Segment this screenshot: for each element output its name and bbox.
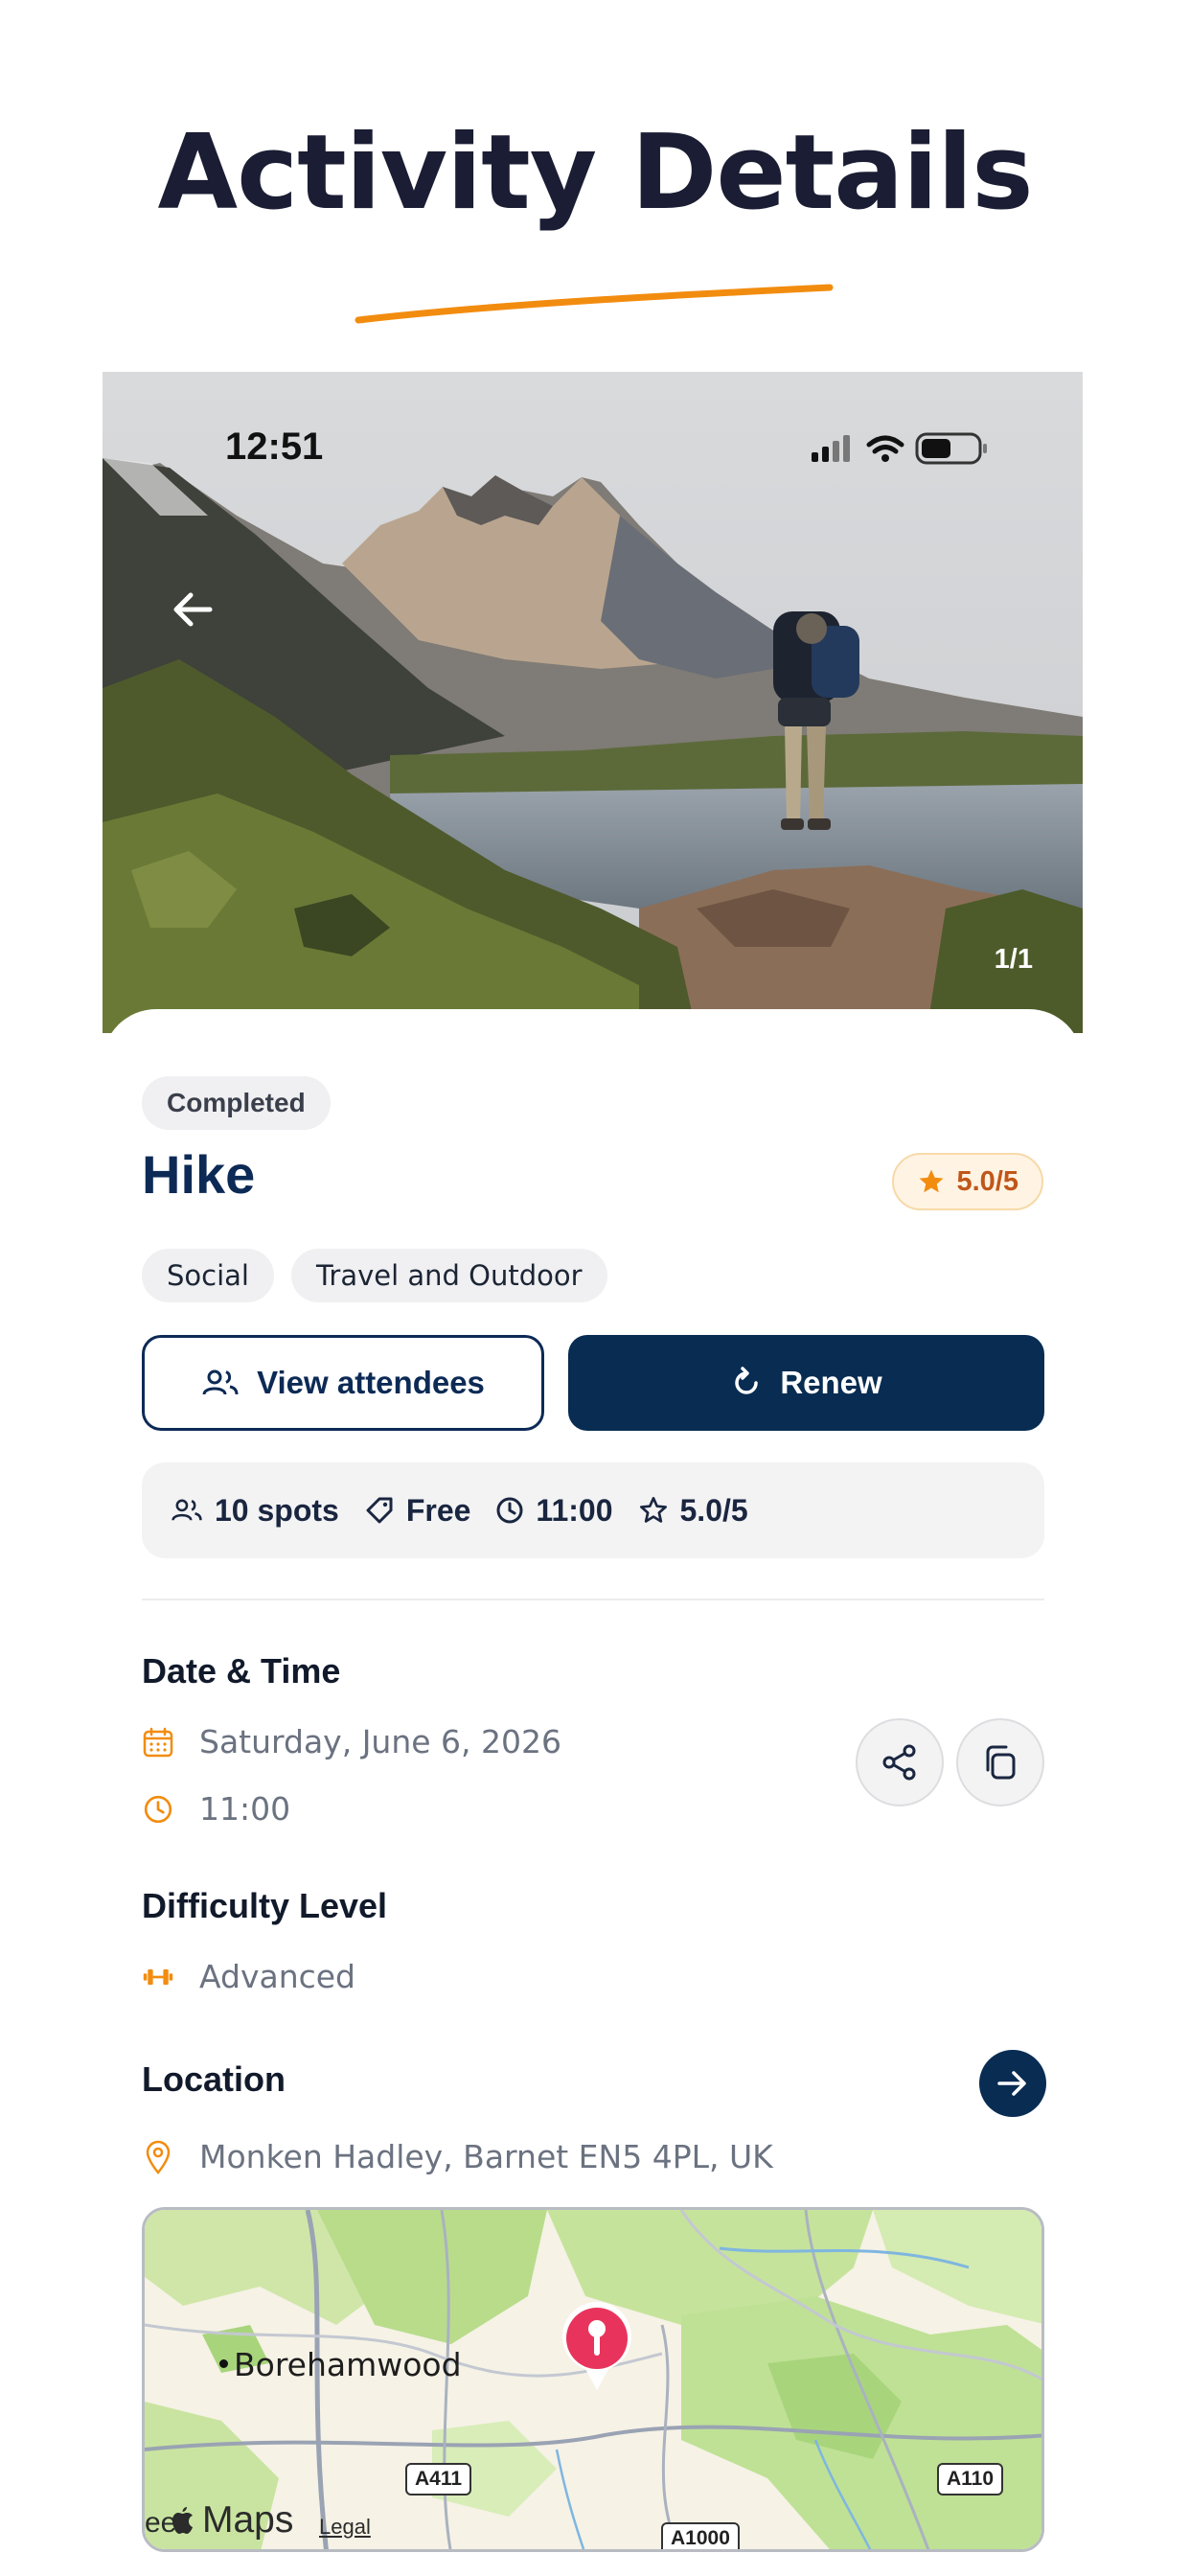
photo-counter: 1/1 [994, 944, 1033, 975]
page-title: Activity Details [157, 113, 1033, 233]
back-button[interactable] [156, 573, 229, 646]
info-price: Free [364, 1493, 470, 1529]
users-icon [172, 1499, 202, 1521]
status-badge: Completed [142, 1076, 331, 1130]
event-date: Saturday, June 6, 2026 [199, 1723, 562, 1760]
star-filled-icon [919, 1169, 943, 1193]
difficulty-value: Advanced [199, 1958, 356, 1995]
category-tags: Social Travel and Outdoor [142, 1249, 607, 1302]
info-spots: 10 spots [171, 1493, 339, 1529]
activity-photo[interactable]: 12:51 1/1 [103, 372, 1083, 1033]
road-label-a411: A411 [405, 2463, 472, 2496]
maps-brand-text: Maps [202, 2499, 294, 2541]
calendar-icon [142, 1726, 174, 1759]
map-pin-marker [562, 2302, 631, 2390]
users-icon [202, 1369, 239, 1395]
maps-legal-link[interactable]: Legal [319, 2515, 371, 2540]
refresh-icon [735, 1367, 759, 1394]
info-rating: 5.0/5 [638, 1493, 748, 1529]
apple-logo-icon [172, 2507, 193, 2534]
copy-button[interactable] [956, 1718, 1044, 1806]
town-marker [219, 2359, 228, 2368]
section-divider [142, 1598, 1044, 1600]
info-time: 11:00 [495, 1493, 613, 1529]
map-pin-icon [142, 2140, 174, 2174]
address-row: Monken Hadley, Barnet EN5 4PL, UK [142, 2138, 773, 2175]
status-bar-time: 12:51 [225, 426, 324, 468]
event-time: 11:00 [199, 1790, 291, 1828]
road-label-a110: A110 [937, 2463, 1004, 2496]
rating-badge: 5.0/5 [891, 1153, 1043, 1210]
info-strip: 10 spots Free 11:00 5.0/5 [142, 1462, 1044, 1558]
details-sheet: Completed Hike 5.0/5 Social Travel and O… [103, 1009, 1083, 2576]
time-row: 11:00 [142, 1790, 290, 1828]
address-text: Monken Hadley, Barnet EN5 4PL, UK [199, 2138, 773, 2175]
arrow-left-icon [173, 592, 213, 627]
open-location-button[interactable] [979, 2050, 1046, 2117]
renew-label: Renew [780, 1365, 882, 1400]
dumbbell-icon [142, 1965, 174, 1990]
view-attendees-button[interactable]: View attendees [142, 1335, 544, 1431]
status-bar-icons [812, 432, 987, 465]
road-label-a1000: A1000 [661, 2522, 740, 2549]
view-attendees-label: View attendees [257, 1365, 485, 1400]
tag-travel-outdoor[interactable]: Travel and Outdoor [290, 1249, 607, 1302]
difficulty-row: Advanced [142, 1958, 355, 1995]
clock-icon [142, 1794, 174, 1825]
date-time-heading: Date & Time [142, 1651, 341, 1690]
star-outline-icon [639, 1497, 667, 1523]
arrow-right-icon [997, 2071, 1026, 2096]
title-underline [355, 284, 834, 324]
copy-icon [986, 1745, 1016, 1780]
clock-icon [496, 1497, 523, 1524]
date-row: Saturday, June 6, 2026 [142, 1723, 561, 1760]
phone-screen: 12:51 1/1 Completed Hike 5.0/5 Social Tr… [103, 372, 1083, 2576]
difficulty-heading: Difficulty Level [142, 1886, 388, 1925]
maps-brand: Maps [170, 2499, 293, 2542]
share-icon [882, 1744, 916, 1781]
renew-button[interactable]: Renew [568, 1335, 1044, 1431]
location-heading: Location [142, 2059, 286, 2099]
location-map[interactable]: Borehamwood A411 A1000 A110 ee Maps Lega… [142, 2207, 1044, 2552]
map-town-label: Borehamwood [234, 2346, 462, 2383]
share-button[interactable] [856, 1718, 944, 1806]
price-tag-icon [366, 1497, 393, 1524]
rating-value: 5.0/5 [956, 1165, 1019, 1197]
tag-social[interactable]: Social [142, 1249, 274, 1302]
activity-title: Hike [142, 1144, 256, 1205]
